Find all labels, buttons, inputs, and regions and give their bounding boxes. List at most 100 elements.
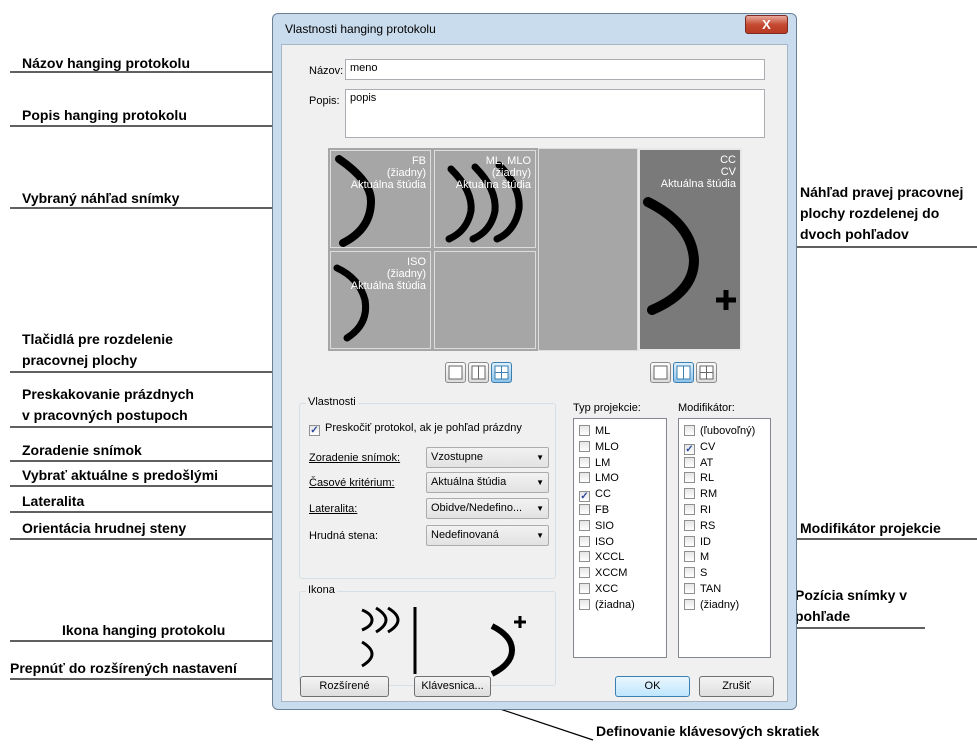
projection-item[interactable]: XCCM xyxy=(579,567,627,580)
annotation-orientacia: Orientácia hrudnej steny xyxy=(22,520,187,536)
modifier-item[interactable]: M xyxy=(684,551,709,564)
projection-item[interactable]: MLO xyxy=(579,440,619,454)
right-layout-single-button[interactable] xyxy=(650,362,671,383)
checkbox-icon xyxy=(684,583,695,594)
cell-iso-text: ISO (žiadny) Aktuálna štúdia xyxy=(350,256,426,292)
projection-item[interactable]: LM xyxy=(579,456,610,470)
annotation-vybrat: Vybrať aktuálne s predošlými xyxy=(22,467,219,483)
checkbox-icon xyxy=(684,472,695,484)
checkbox-icon xyxy=(684,598,695,610)
checkbox-icon xyxy=(579,472,590,484)
checkbox-icon xyxy=(579,551,590,563)
annotation-zoradenie: Zoradenie snímok xyxy=(22,442,142,458)
checkbox-icon xyxy=(579,535,590,547)
projection-item[interactable]: XCC xyxy=(579,583,618,596)
checkbox-icon xyxy=(579,425,590,436)
annotation-lateralita: Lateralita xyxy=(22,493,85,509)
projection-type-label: Typ projekcie: xyxy=(573,402,641,414)
cell-ml-mlo-text: ML, MLO (žiadny) Aktuálna štúdia xyxy=(455,155,531,191)
cancel-button[interactable]: Zrušiť xyxy=(699,676,774,697)
chest-wall-select[interactable]: Nedefinovaná ▼ xyxy=(426,525,549,546)
keyboard-button[interactable]: Klávesnica... xyxy=(414,676,491,697)
layout-two-columns-icon xyxy=(676,365,691,380)
layout-single-icon xyxy=(448,365,463,380)
name-input[interactable]: meno xyxy=(345,59,765,80)
chest-wall-label: Hrudná stena: xyxy=(309,530,379,542)
modifier-label: Modifikátor: xyxy=(678,402,735,414)
time-criterion-label: Časové kritérium: xyxy=(309,477,395,489)
projection-item[interactable]: ISO xyxy=(579,535,614,549)
sort-label: Zoradenie snímok: xyxy=(309,452,401,464)
right-layout-two-columns-button[interactable] xyxy=(673,362,694,383)
modifier-list[interactable]: (ľubovoľný) ✓ CV AT RL RM RI RS ID M S TAN (žiadny) xyxy=(678,418,771,658)
right-layout-grid-button[interactable] xyxy=(696,362,717,383)
skip-protocol-checkbox[interactable]: ✓ Preskočiť protokol, ak je pohľad prázdn… xyxy=(309,422,522,436)
annotation-tlacidla: Tlačidlá pre rozdelenie pracovnej plochy xyxy=(22,331,173,368)
projection-item[interactable]: (žiadna) xyxy=(579,598,635,612)
modifier-item[interactable]: (ľubovoľný) xyxy=(684,425,755,438)
right-preview-cell-empty[interactable] xyxy=(538,148,638,351)
modifier-item[interactable]: RS xyxy=(684,519,715,533)
annotation-modifikator: Modifikátor projekcie xyxy=(800,520,941,536)
modifier-item[interactable]: ID xyxy=(684,535,711,549)
checkbox-icon xyxy=(684,488,695,500)
projection-item[interactable]: FB xyxy=(579,504,609,517)
modifier-item[interactable]: RM xyxy=(684,488,717,501)
description-input[interactable]: popis xyxy=(345,89,765,138)
chevron-down-icon: ▼ xyxy=(536,453,544,462)
checkbox-icon: ✓ xyxy=(579,491,590,503)
annotation-pozicia: Pozícia snímky v pohľade xyxy=(795,587,908,624)
annotation-nazov: Názov hanging protokolu xyxy=(22,55,190,71)
chevron-down-icon: ▼ xyxy=(536,504,544,513)
layout-two-columns-icon xyxy=(471,365,486,380)
projection-item[interactable]: ✓ CC xyxy=(579,488,611,503)
ok-button[interactable]: OK xyxy=(615,676,690,697)
checkbox-icon: ✓ xyxy=(309,425,320,436)
right-preview-cell-cc[interactable]: CC CV Aktuálna štúdia xyxy=(638,148,742,351)
checkbox-icon xyxy=(579,567,590,579)
laterality-select[interactable]: Obidve/Nedefino... ▼ xyxy=(426,498,549,519)
projection-item[interactable]: SIO xyxy=(579,519,614,533)
annotation-ikona: Ikona hanging protokolu xyxy=(62,622,226,638)
cell-cc-text: CC CV Aktuálna štúdia xyxy=(660,154,736,190)
checkbox-icon xyxy=(684,519,695,531)
modifier-item[interactable]: RL xyxy=(684,472,714,485)
chevron-down-icon: ▼ xyxy=(536,478,544,487)
properties-group: Vlastnosti ✓ Preskočiť protokol, ak je po… xyxy=(299,396,556,579)
annotation-preskakovanie: Preskakovanie prázdnych v pracovných pos… xyxy=(22,386,194,423)
projection-item[interactable]: XCCL xyxy=(579,551,624,564)
preview-cell-empty[interactable] xyxy=(434,251,536,349)
projection-type-list[interactable]: ML MLO LM LMO ✓ CC FB SIO ISO XCCL XCCM XCC (žiadna) xyxy=(573,418,667,658)
cell-fb-text: FB (žiadny) Aktuálna štúdia xyxy=(350,155,426,191)
modifier-item[interactable]: ✓ CV xyxy=(684,441,715,455)
projection-item[interactable]: ML xyxy=(579,425,610,438)
layout-single-icon xyxy=(653,365,668,380)
time-criterion-select[interactable]: Aktuálna štúdia ▼ xyxy=(426,472,549,493)
layout-grid-button[interactable] xyxy=(491,362,512,383)
advanced-button[interactable]: Rozšírené xyxy=(300,676,389,697)
modifier-item[interactable]: RI xyxy=(684,504,711,517)
sort-select[interactable]: Vzostupne ▼ xyxy=(426,447,549,468)
layout-grid-icon xyxy=(699,365,714,380)
preview-cell-fb[interactable]: FB (žiadny) Aktuálna štúdia xyxy=(330,150,431,248)
checkbox-icon xyxy=(684,551,695,563)
dialog-client-area: Názov: meno Popis: popis FB (žiadny) Akt… xyxy=(281,44,788,702)
laterality-label: Lateralita: xyxy=(309,503,358,515)
left-workspace-preview: FB (žiadny) Aktuálna štúdia ML, MLO (žia… xyxy=(328,148,538,351)
modifier-item[interactable]: (žiadny) xyxy=(684,598,739,612)
title-bar[interactable]: Vlastnosti hanging protokolu X xyxy=(273,14,796,42)
preview-cell-iso[interactable]: ISO (žiadny) Aktuálna štúdia xyxy=(330,251,431,349)
modifier-item[interactable]: AT xyxy=(684,456,713,470)
checkbox-icon xyxy=(579,504,590,515)
close-button[interactable]: X xyxy=(745,15,788,34)
icon-group: Ikona xyxy=(299,584,556,686)
projection-item[interactable]: LMO xyxy=(579,472,619,485)
chevron-down-icon: ▼ xyxy=(536,531,544,540)
layout-single-button[interactable] xyxy=(445,362,466,383)
layout-two-columns-button[interactable] xyxy=(468,362,489,383)
preview-cell-ml-mlo[interactable]: ML, MLO (žiadny) Aktuálna štúdia xyxy=(434,150,536,248)
right-workspace-preview: CC CV Aktuálna štúdia xyxy=(538,148,742,351)
modifier-item[interactable]: TAN xyxy=(684,583,721,596)
annotation-definovanie: Definovanie klávesových skratiek xyxy=(596,723,820,739)
modifier-item[interactable]: S xyxy=(684,567,707,580)
